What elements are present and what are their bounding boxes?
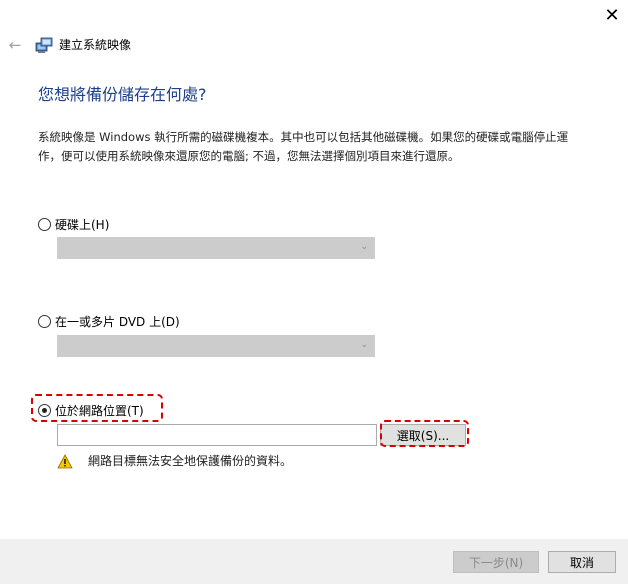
- next-button[interactable]: 下一步(N): [453, 551, 539, 573]
- warning-icon: [57, 454, 73, 469]
- radio-button-icon: [38, 315, 51, 328]
- radio-hard-disk[interactable]: 硬碟上(H): [38, 216, 109, 233]
- radio-network-label: 位於網路位置(T): [55, 404, 144, 418]
- next-button-label: 下一步(N): [468, 555, 524, 570]
- chevron-down-icon: ⌄: [360, 242, 368, 252]
- radio-hard-disk-label: 硬碟上(H): [55, 218, 110, 232]
- cancel-button-label: 取消: [569, 555, 594, 570]
- description-text: 系統映像是 Windows 執行所需的磁碟機複本。其中也可以包括其他磁碟機。如果…: [38, 130, 569, 163]
- network-path-input[interactable]: [57, 424, 377, 446]
- radio-dvd[interactable]: 在一或多片 DVD 上(D): [38, 313, 180, 330]
- radio-button-icon: [38, 218, 51, 231]
- chevron-down-icon: ⌄: [360, 340, 368, 350]
- radio-button-checked-icon: [38, 404, 51, 417]
- select-button[interactable]: 選取(S)...: [380, 424, 466, 446]
- back-button[interactable]: ←: [5, 34, 25, 56]
- close-button[interactable]: ✕: [596, 0, 628, 30]
- cancel-button[interactable]: 取消: [548, 551, 616, 573]
- select-button-label: 選取(S)...: [396, 428, 450, 443]
- radio-dvd-label: 在一或多片 DVD 上(D): [55, 315, 180, 329]
- wizard-title: 建立系統映像: [59, 38, 132, 52]
- page-heading: 您想將備份儲存在何處?: [38, 85, 207, 104]
- backup-wizard-icon: [35, 36, 53, 54]
- close-icon: ✕: [604, 4, 620, 26]
- warning-text: 網路目標無法安全地保護備份的資料。: [88, 454, 293, 468]
- dvd-dropdown: ⌄: [57, 335, 375, 357]
- radio-network-location[interactable]: 位於網路位置(T): [38, 402, 144, 419]
- back-arrow-icon: ←: [8, 36, 22, 54]
- hard-disk-dropdown: ⌄: [57, 237, 375, 259]
